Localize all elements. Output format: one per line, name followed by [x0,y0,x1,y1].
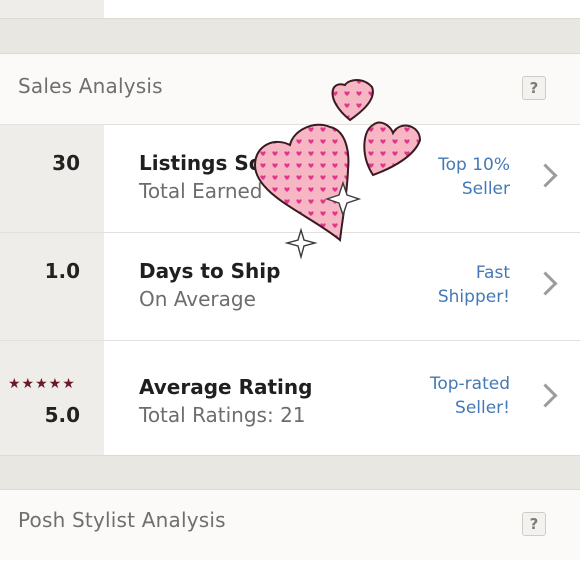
stat-value: 5.0 [44,403,80,427]
badge-line-2: Seller! [455,398,510,418]
badge-line-1: Top 10% [438,155,510,175]
stat-subtitle: Total Earned [139,179,263,203]
metric-cell: 1.0 [0,233,104,340]
stat-value: 30 [52,151,80,175]
stat-title: Average Rating [139,375,313,399]
star-rating-icon: ★★★★★ [8,376,76,392]
top-card-edge [0,0,580,19]
posh-stylist-analysis-title: Posh Stylist Analysis [18,508,226,532]
chevron-right-icon[interactable] [533,383,558,408]
heart-big-icon [253,123,350,242]
sales-analysis-title: Sales Analysis [18,74,163,98]
badge-line-1: Top-rated [429,374,510,394]
top-card-edge-left [0,0,104,18]
stat-value: 1.0 [44,259,80,283]
chevron-right-icon[interactable] [533,271,558,296]
badge-line-1: Fast [475,263,510,283]
metric-cell: ★★★★★ 5.0 [0,341,104,455]
badge-line-2: Shipper! [437,287,510,307]
heart-right-icon [363,121,422,177]
chevron-right-icon[interactable] [533,163,558,188]
stat-subtitle: Total Ratings: 21 [139,403,306,427]
heart-sticker [253,79,422,260]
help-icon[interactable]: ? [522,76,546,100]
metric-cell: 30 [0,125,104,232]
help-icon[interactable]: ? [522,512,546,536]
bottom-card-edge [0,560,580,580]
posh-stylist-analysis-header: Posh Stylist Analysis ? [0,489,580,561]
stat-subtitle: On Average [139,287,256,311]
sparkle-icon [284,227,318,260]
seller-badge[interactable]: Top 10% Seller [438,153,510,201]
rating-badge[interactable]: Top-rated Seller! [430,372,510,420]
stat-row-average-rating[interactable]: ★★★★★ 5.0 Average Rating Total Ratings: … [0,340,580,456]
badge-line-2: Seller [461,179,510,199]
heart-small-icon [331,79,374,122]
shipper-badge[interactable]: Fast Shipper! [438,261,510,309]
